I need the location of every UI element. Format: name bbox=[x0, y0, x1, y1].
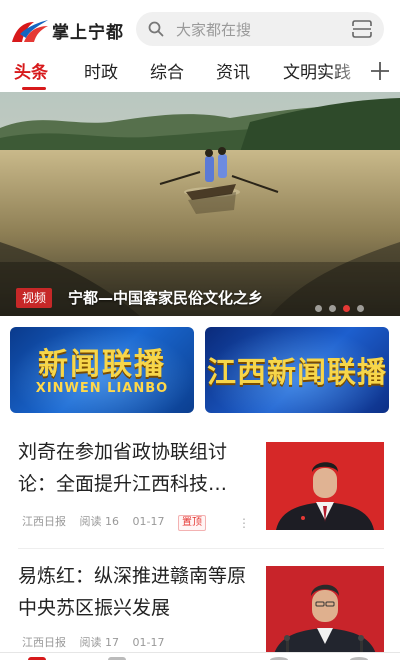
active-tab-indicator bbox=[22, 87, 46, 90]
news-thumbnail bbox=[266, 442, 384, 530]
news-item[interactable]: 刘奇在参加省政协联组讨论：全面提升江西科技… 江西日报 阅读 16 01-17 … bbox=[0, 436, 400, 548]
tab-news[interactable]: 资讯 bbox=[216, 58, 250, 83]
plus-icon bbox=[371, 62, 389, 80]
news-source: 江西日报 bbox=[22, 515, 66, 528]
news-date: 01-17 bbox=[132, 515, 165, 528]
news-title[interactable]: 刘奇在参加省政协联组讨论：全面提升江西科技… bbox=[18, 436, 250, 500]
news-reads: 阅读 17 bbox=[79, 636, 120, 649]
search-placeholder: 大家都在搜 bbox=[176, 21, 252, 39]
hero-carousel[interactable]: 视频 宁都—中国客家民俗文化之乡 bbox=[0, 92, 400, 316]
news-title[interactable]: 易炼红：纵深推进赣南等原中央苏区振兴发展 bbox=[18, 560, 250, 624]
app-logo bbox=[12, 20, 48, 42]
news-date: 01-17 bbox=[132, 636, 165, 649]
search-icon bbox=[148, 21, 164, 37]
pinned-badge: 置顶 bbox=[177, 515, 206, 531]
news-reads: 阅读 16 bbox=[79, 515, 120, 528]
list-divider bbox=[18, 548, 384, 549]
carousel-dot[interactable] bbox=[357, 305, 364, 312]
more-dots-icon[interactable]: ⋮ bbox=[238, 516, 250, 530]
hero-caption[interactable]: 宁都—中国客家民俗文化之乡 bbox=[68, 287, 263, 308]
news-meta: 江西日报 阅读 16 01-17 置顶 bbox=[22, 513, 206, 531]
news-thumbnail bbox=[266, 566, 384, 654]
video-tag: 视频 bbox=[16, 288, 53, 308]
tab-headlines[interactable]: 头条 bbox=[14, 58, 48, 83]
carousel-dot-active[interactable] bbox=[343, 305, 350, 312]
bottom-tab-bar bbox=[0, 652, 400, 660]
search-bar[interactable]: 大家都在搜 bbox=[136, 12, 384, 46]
xinwen-lianbo-banner[interactable]: 新闻联播 XINWEN LIANBO bbox=[10, 327, 194, 413]
banner-title: 江西新闻联播 bbox=[206, 355, 387, 389]
carousel-dot[interactable] bbox=[315, 305, 322, 312]
carousel-dots bbox=[308, 297, 364, 312]
channel-tabs: 头条 时政 综合 资讯 文明实践 bbox=[0, 52, 400, 92]
app-header: 掌上宁都 大家都在搜 bbox=[0, 0, 400, 56]
news-item[interactable]: 易炼红：纵深推进赣南等原中央苏区振兴发展 江西日报 阅读 17 01-17 bbox=[0, 560, 400, 660]
news-meta: 江西日报 阅读 17 01-17 bbox=[22, 634, 174, 650]
hero-image bbox=[0, 92, 400, 316]
news-source: 江西日报 bbox=[22, 636, 66, 649]
banner-subtitle: XINWEN LIANBO bbox=[35, 381, 169, 396]
tab-general[interactable]: 综合 bbox=[150, 58, 184, 83]
carousel-dot[interactable] bbox=[329, 305, 336, 312]
app-title: 掌上宁都 bbox=[52, 23, 124, 43]
jiangxi-news-banner[interactable]: 江西新闻联播 bbox=[205, 327, 389, 413]
scan-icon[interactable] bbox=[352, 20, 372, 38]
add-channel-button[interactable] bbox=[360, 52, 400, 92]
tab-politics[interactable]: 时政 bbox=[84, 58, 118, 83]
banner-title: 新闻联播 bbox=[38, 347, 166, 382]
